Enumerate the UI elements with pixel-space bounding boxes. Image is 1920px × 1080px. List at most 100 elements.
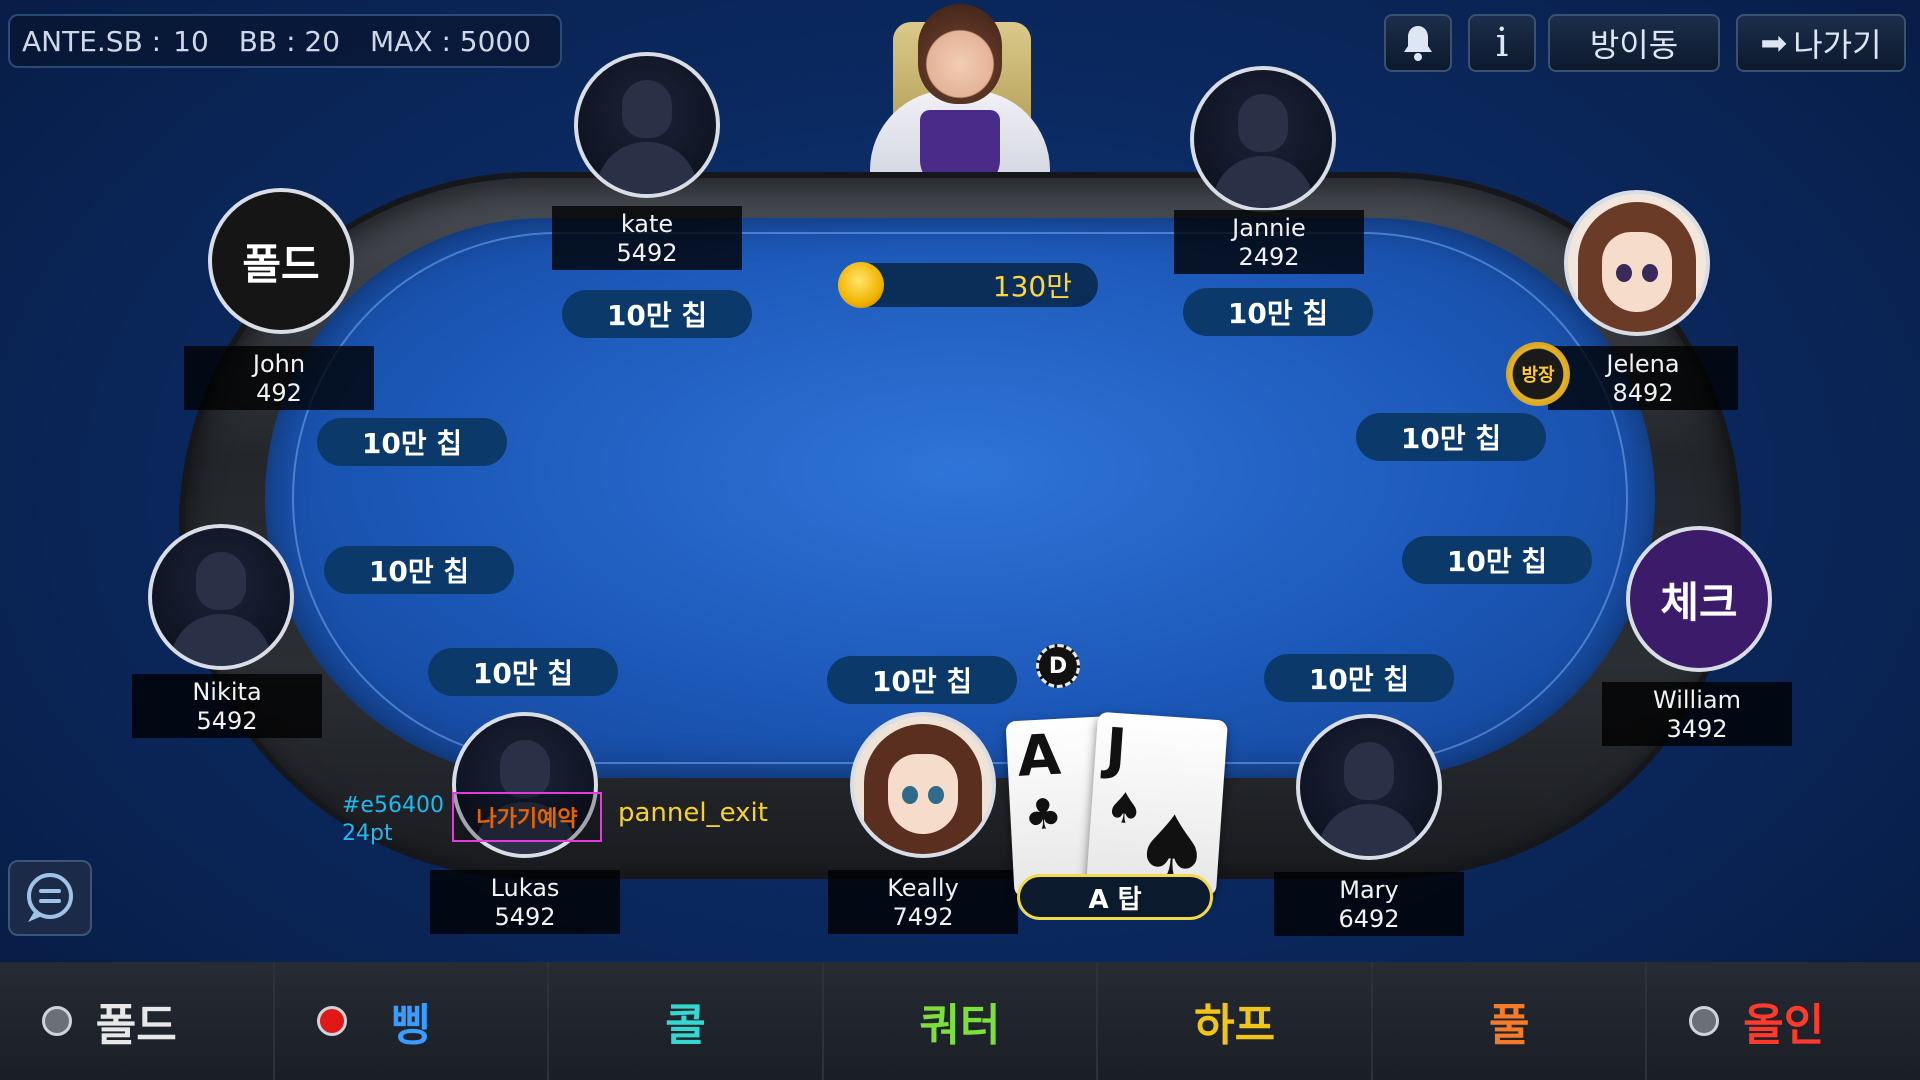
coin-icon — [838, 262, 884, 308]
silhouette-icon — [1344, 742, 1394, 800]
exit-label: 나가기 — [1793, 26, 1882, 64]
player-chips: 7492 — [892, 903, 954, 931]
player-info-jannie: Jannie 2492 — [1174, 210, 1364, 274]
player-info-william: William 3492 — [1602, 682, 1792, 746]
half-label: 하프 — [1194, 1000, 1276, 1051]
exit-button[interactable]: ➡ 나가기 — [1736, 14, 1906, 72]
player-name: Jannie — [1232, 214, 1306, 242]
player-avatar-nikita[interactable] — [148, 524, 294, 670]
dealer-avatar — [918, 4, 1002, 104]
player-avatar-keally[interactable] — [850, 712, 996, 858]
player-chips: 5492 — [196, 707, 258, 735]
player-name: Nikita — [192, 678, 262, 706]
full-button[interactable]: 풀 — [1372, 962, 1648, 1080]
allin-label: 올인 — [1743, 1000, 1825, 1051]
player-chips: 3492 — [1666, 715, 1728, 743]
player-info-kate: kate 5492 — [552, 206, 742, 270]
fold-button[interactable]: 폴드 — [0, 962, 275, 1080]
bbing-button[interactable]: 삥 — [274, 962, 550, 1080]
fold-radio-indicator — [42, 1006, 72, 1036]
player-info-keally: Keally 7492 — [828, 870, 1018, 934]
bet-label: 10만 칩 — [606, 299, 708, 332]
player-chips: 6492 — [1338, 905, 1400, 933]
silhouette-icon — [500, 740, 550, 798]
quarter-button[interactable]: 쿼터 — [823, 962, 1099, 1080]
full-label: 풀 — [1488, 1000, 1530, 1051]
player-name: William — [1653, 686, 1741, 714]
dealer-button-label: D — [1048, 653, 1068, 679]
player-info-mary: Mary 6492 — [1274, 872, 1464, 936]
player-chips: 5492 — [616, 239, 678, 267]
blind-info-bar: ANTE.SB : 10 BB : 20 MAX : 5000 — [8, 14, 562, 68]
hand-rank-text: A 탑 — [1088, 884, 1142, 915]
player-chips: 5492 — [494, 903, 556, 931]
action-bar: 폴드 삥 콜 쿼터 하프 풀 올인 — [0, 962, 1920, 1080]
quarter-label: 쿼터 — [919, 1000, 1001, 1051]
exit-reservation-label: 나가기예약 — [452, 792, 602, 842]
player-avatar-jelena[interactable] — [1564, 190, 1710, 336]
ante-value: 10 — [173, 24, 209, 58]
notification-button[interactable] — [1384, 14, 1452, 72]
bbing-label: 삥 — [390, 1000, 432, 1051]
annotation-color: #e56400 — [342, 793, 444, 818]
player-name: Mary — [1339, 876, 1399, 904]
player-info-nikita: Nikita 5492 — [132, 674, 322, 738]
hand-rank-label: A 탑 — [1017, 874, 1213, 920]
bbing-radio-indicator — [316, 1006, 347, 1036]
bell-icon — [1404, 26, 1432, 61]
hole-card-2: J ♠ ♠ — [1086, 711, 1228, 901]
bb-label: BB : 20 — [238, 24, 341, 58]
player-name: Keally — [887, 874, 959, 902]
player-avatar-jannie[interactable] — [1190, 66, 1336, 212]
bet-label: 10만 칩 — [361, 427, 463, 460]
annotation-size: 24pt — [342, 821, 393, 846]
card-rank: A — [1015, 722, 1063, 790]
bet-label: 10만 칩 — [368, 555, 470, 588]
player-avatar-kate[interactable] — [574, 52, 720, 198]
player-info-john: John 492 — [184, 346, 374, 410]
status-check: 체크 — [1660, 577, 1738, 627]
bet-chip-jannie: 10만 칩 — [1183, 288, 1373, 336]
half-button[interactable]: 하프 — [1098, 962, 1373, 1080]
club-icon: ♣ — [1023, 788, 1064, 840]
info-icon: i — [1495, 20, 1509, 66]
pot-value: 130만 — [992, 270, 1072, 303]
allin-button[interactable]: 올인 — [1647, 962, 1920, 1080]
dealer-button: D — [1036, 644, 1080, 688]
info-button[interactable]: i — [1468, 14, 1536, 72]
chat-button[interactable] — [8, 860, 92, 936]
player-name: Lukas — [490, 874, 560, 902]
crown-icon: 방장 — [1521, 365, 1555, 386]
bet-chip-nikita: 10만 칩 — [324, 546, 514, 594]
card-rank: J — [1103, 716, 1129, 783]
room-host-badge: 방장 — [1506, 342, 1570, 406]
player-chips: 492 — [256, 379, 302, 407]
bet-label: 10만 칩 — [1446, 545, 1548, 578]
bet-label: 10만 칩 — [871, 665, 973, 698]
move-room-button[interactable]: 방이동 — [1548, 14, 1720, 72]
chat-icon — [27, 873, 73, 922]
allin-radio-indicator — [1689, 1006, 1720, 1036]
call-button[interactable]: 콜 — [549, 962, 824, 1080]
player-avatar-william[interactable]: 체크 — [1626, 526, 1772, 672]
call-label: 콜 — [665, 1000, 706, 1051]
arrow-right-icon: ➡ — [1760, 24, 1788, 62]
bet-label: 10만 칩 — [1308, 663, 1410, 696]
player-avatar-john[interactable]: 폴드 — [208, 188, 354, 334]
bet-chip-keally: 10만 칩 — [827, 656, 1017, 704]
player-name: Jelena — [1606, 350, 1680, 378]
annotation-name: pannel_exit — [618, 798, 768, 828]
bet-chip-kate: 10만 칩 — [562, 290, 752, 338]
bet-chip-lukas: 10만 칩 — [428, 648, 618, 696]
player-info-jelena: Jelena 8492 — [1548, 346, 1738, 410]
player-info-lukas: Lukas 5492 — [430, 870, 620, 934]
annotation-style: #e56400 24pt — [342, 792, 444, 848]
player-avatar-mary[interactable] — [1296, 714, 1442, 860]
status-fold: 폴드 — [242, 239, 320, 289]
bet-chip-william: 10만 칩 — [1402, 536, 1592, 584]
silhouette-icon — [622, 80, 672, 138]
silhouette-icon — [1238, 94, 1288, 152]
exit-reservation-text: 나가기예약 — [476, 807, 578, 832]
player-chips: 2492 — [1238, 243, 1300, 271]
ante-label: ANTE.SB : — [22, 24, 162, 58]
